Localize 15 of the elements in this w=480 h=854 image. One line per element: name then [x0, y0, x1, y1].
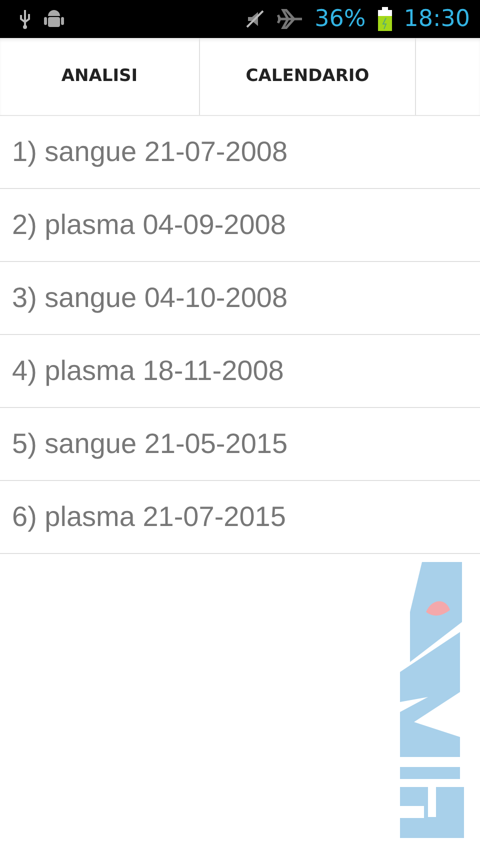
clock-time: 18:30: [404, 8, 470, 30]
list-item[interactable]: 3) sangue 04-10-2008: [12, 277, 288, 319]
airplane-icon: [276, 9, 303, 29]
android-icon: [44, 8, 64, 30]
list-item[interactable]: 5) sangue 21-05-2015: [12, 423, 288, 465]
tab[interactable]: ANALISI: [0, 38, 200, 115]
battery-icon: [378, 7, 392, 31]
list-item[interactable]: 1) sangue 21-07-2008: [12, 131, 288, 173]
battery-percent: 36%: [314, 8, 366, 30]
list-item[interactable]: 4) plasma 18-11-2008: [12, 350, 284, 392]
usb-icon: [18, 9, 32, 29]
list-item[interactable]: 2) plasma 04-09-2008: [12, 204, 286, 246]
tab[interactable]: CALENDARIO: [200, 38, 416, 115]
list-item[interactable]: 6) plasma 21-07-2015: [12, 496, 286, 538]
mute-icon: [244, 9, 265, 29]
